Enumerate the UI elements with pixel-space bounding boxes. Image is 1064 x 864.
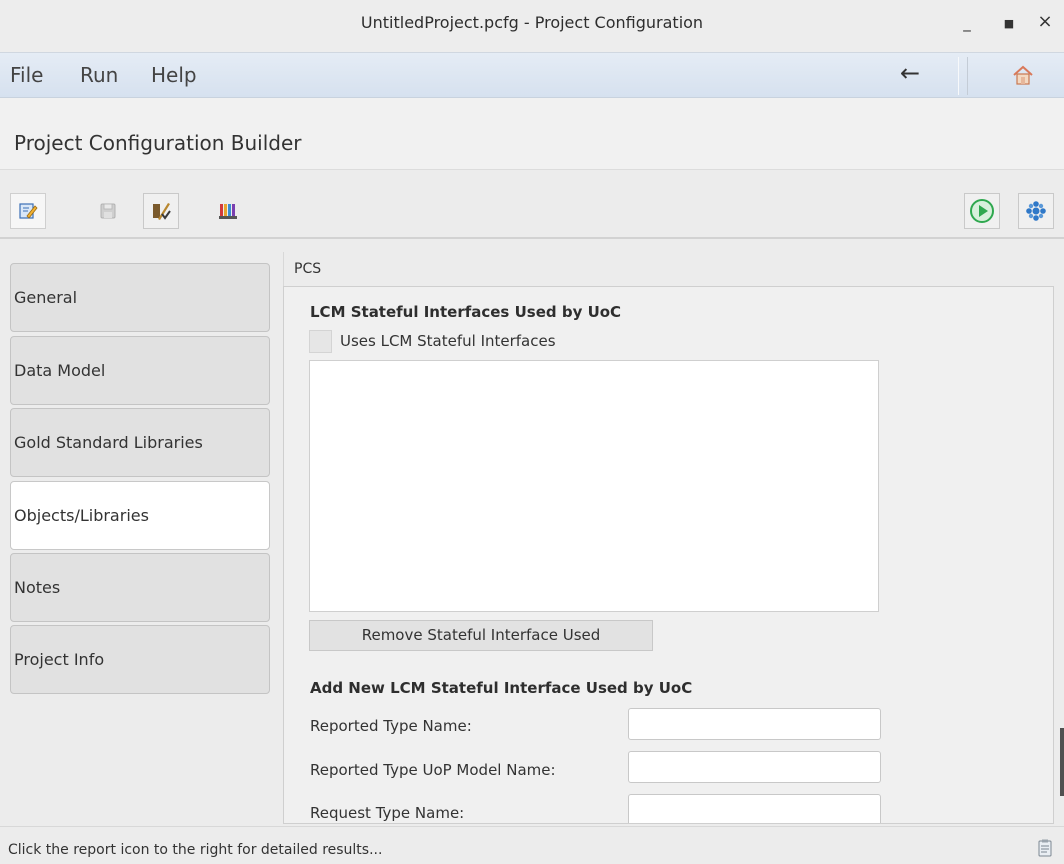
- close-button[interactable]: ×: [1034, 11, 1056, 33]
- page-title: Project Configuration Builder: [14, 131, 302, 155]
- uses-lcm-stateful-checkbox[interactable]: [309, 330, 332, 353]
- tab-gold-standard-libraries[interactable]: Gold Standard Libraries: [10, 408, 270, 477]
- save-button[interactable]: [90, 193, 126, 229]
- stateful-interfaces-list[interactable]: [309, 360, 879, 612]
- validate-icon: [153, 203, 171, 220]
- content-header-label: PCS: [294, 261, 322, 277]
- edit-button[interactable]: [10, 193, 46, 229]
- home-icon[interactable]: [1012, 65, 1034, 89]
- toolbar: [0, 171, 1064, 239]
- menu-help[interactable]: Help: [151, 63, 197, 87]
- tab-general[interactable]: General: [10, 263, 270, 332]
- content-header: PCS: [283, 252, 1064, 286]
- menu-run[interactable]: Run: [80, 63, 118, 87]
- validate-button[interactable]: [143, 193, 179, 229]
- tab-notes[interactable]: Notes: [10, 553, 270, 622]
- settings-icon: [1026, 201, 1046, 221]
- window-titlebar: UntitledProject.pcfg - Project Configura…: [0, 0, 1064, 52]
- remove-stateful-interface-button[interactable]: Remove Stateful Interface Used: [309, 620, 653, 651]
- report-colors-icon: [219, 204, 237, 219]
- menu-file[interactable]: File: [10, 63, 43, 87]
- edit-icon: [19, 203, 38, 219]
- status-text: Click the report icon to the right for d…: [8, 842, 383, 858]
- reported-type-uop-model-name-input[interactable]: [628, 751, 881, 783]
- content-scrollbar-thumb[interactable]: [1060, 728, 1064, 796]
- maximize-button[interactable]: ■: [998, 17, 1020, 39]
- save-icon: [100, 203, 116, 219]
- tab-data-model[interactable]: Data Model: [10, 336, 270, 405]
- builder-header: Project Configuration Builder: [0, 98, 1064, 170]
- reported-type-name-label: Reported Type Name:: [310, 717, 472, 735]
- back-arrow-icon[interactable]: ←: [900, 59, 920, 87]
- menu-separator: [958, 57, 968, 95]
- settings-button[interactable]: [1018, 193, 1054, 229]
- run-icon: [970, 199, 994, 223]
- menubar: File Run Help ←: [0, 52, 1064, 98]
- tab-project-info[interactable]: Project Info: [10, 625, 270, 694]
- tab-objects-libraries[interactable]: Objects/Libraries: [10, 481, 270, 550]
- uses-lcm-stateful-label: Uses LCM Stateful Interfaces: [340, 332, 556, 350]
- report-colors-button[interactable]: [210, 193, 246, 229]
- request-type-name-input[interactable]: [628, 794, 881, 823]
- add-stateful-interface-title: Add New LCM Stateful Interface Used by U…: [310, 679, 693, 697]
- run-button[interactable]: [964, 193, 1000, 229]
- reported-type-name-input[interactable]: [628, 708, 881, 740]
- report-icon[interactable]: [1038, 839, 1052, 861]
- minimize-button[interactable]: _: [956, 14, 978, 36]
- statusbar: Click the report icon to the right for d…: [0, 826, 1064, 864]
- window-title: UntitledProject.pcfg - Project Configura…: [360, 13, 704, 32]
- request-type-name-label: Request Type Name:: [310, 804, 465, 822]
- stateful-interfaces-title: LCM Stateful Interfaces Used by UoC: [310, 303, 622, 321]
- content-panel: LCM Stateful Interfaces Used by UoC Uses…: [283, 286, 1054, 824]
- reported-type-uop-model-name-label: Reported Type UoP Model Name:: [310, 761, 556, 779]
- side-tab-panel: General Data Model Gold Standard Librari…: [0, 252, 282, 812]
